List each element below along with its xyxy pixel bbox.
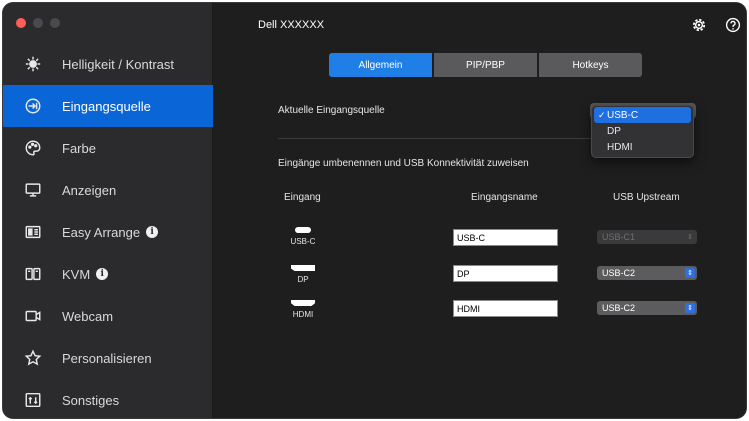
chevron-updown-icon: ⇕: [687, 234, 693, 241]
sidebar-item-others[interactable]: Sonstiges: [3, 379, 213, 418]
window-controls: [16, 18, 60, 28]
option-label: USB-C: [607, 109, 639, 121]
sidebar-item-color[interactable]: Farbe: [3, 127, 213, 169]
sidebar-item-label: Easy Arrange: [62, 224, 141, 240]
column-header-usb-upstream: USB Upstream: [613, 192, 680, 203]
input-name-field-usbc[interactable]: [453, 229, 558, 246]
dp-port-icon: DP: [288, 265, 318, 284]
input-source-icon: [23, 96, 43, 116]
sidebar-item-label: Webcam: [62, 308, 114, 324]
tab-pip-pbp[interactable]: PIP/PBP: [434, 53, 537, 77]
select-value: USB-C2: [602, 268, 636, 278]
close-window-button[interactable]: [16, 18, 26, 28]
usbc-port-icon: USB-C: [288, 227, 318, 246]
sidebar-item-easy-arrange[interactable]: Easy Arrange i: [3, 211, 213, 253]
kvm-icon: [23, 264, 43, 284]
input-name-field-hdmi[interactable]: [453, 300, 558, 317]
dropdown-option-dp[interactable]: DP: [592, 123, 693, 139]
sidebar-item-personalize[interactable]: Personalisieren: [3, 337, 213, 379]
help-icon[interactable]: [725, 17, 741, 33]
display-icon: [23, 180, 43, 200]
input-source-dropdown-menu: ✓ USB-C DP HDMI: [591, 105, 694, 158]
port-caption: USB-C: [290, 237, 316, 246]
sidebar-item-label: Personalisieren: [62, 350, 152, 366]
port-caption: DP: [297, 275, 309, 284]
others-icon: [23, 390, 43, 410]
info-icon[interactable]: i: [96, 268, 109, 280]
chevron-updown-icon: ⇕: [685, 303, 695, 313]
dropdown-option-usbc[interactable]: ✓ USB-C: [594, 107, 691, 123]
sidebar-item-label: Anzeigen: [62, 182, 117, 198]
brightness-icon: [23, 54, 43, 74]
sidebar-item-input-source[interactable]: Eingangsquelle: [3, 85, 213, 127]
chevron-updown-icon: ⇕: [685, 268, 695, 278]
minimize-window-button[interactable]: [33, 18, 43, 28]
usb-upstream-select-dp[interactable]: USB-C2 ⇕: [597, 266, 697, 280]
tab-bar: Allgemein PIP/PBP Hotkeys: [329, 53, 642, 77]
tab-allgemein[interactable]: Allgemein: [329, 53, 432, 77]
select-value: USB-C1: [602, 232, 636, 242]
zoom-window-button[interactable]: [50, 18, 60, 28]
hdmi-port-icon: HDMI: [288, 300, 318, 319]
sidebar-item-label: Helligkeit / Kontrast: [62, 56, 174, 72]
checkmark-icon: ✓: [598, 109, 606, 120]
app-window: Helligkeit / Kontrast Eingangsquelle Far…: [3, 3, 746, 418]
dropdown-option-hdmi[interactable]: HDMI: [592, 139, 693, 155]
webcam-icon: [23, 306, 43, 326]
sidebar-item-label: Sonstiges: [62, 392, 120, 408]
option-label: HDMI: [607, 141, 633, 153]
main-panel: Dell XXXXXX Allgemein PIP/PBP Hotkeys Ak…: [214, 3, 746, 418]
select-value: USB-C2: [602, 303, 636, 313]
current-input-label: Aktuelle Eingangsquelle: [278, 105, 385, 116]
sidebar: Helligkeit / Kontrast Eingangsquelle Far…: [3, 3, 213, 418]
sidebar-item-label: Eingangsquelle: [62, 98, 151, 114]
column-header-input: Eingang: [284, 192, 321, 203]
port-caption: HDMI: [292, 310, 314, 319]
sidebar-item-display[interactable]: Anzeigen: [3, 169, 213, 211]
settings-gear-icon[interactable]: [691, 17, 707, 33]
sidebar-item-kvm[interactable]: KVM i: [3, 253, 213, 295]
sidebar-item-label: KVM: [62, 266, 91, 282]
star-icon: [23, 348, 43, 368]
rename-section-heading: Eingänge umbenennen und USB Konnektivitä…: [278, 158, 529, 169]
window-title: Dell XXXXXX: [258, 19, 325, 31]
tab-hotkeys[interactable]: Hotkeys: [539, 53, 642, 77]
usb-upstream-select-usbc: USB-C1 ⇕: [597, 230, 697, 244]
sidebar-item-brightness-contrast[interactable]: Helligkeit / Kontrast: [3, 43, 213, 85]
sidebar-item-webcam[interactable]: Webcam: [3, 295, 213, 337]
info-icon[interactable]: i: [146, 226, 159, 238]
option-label: DP: [607, 125, 621, 137]
sidebar-item-label: Farbe: [62, 140, 96, 156]
easy-arrange-icon: [23, 222, 43, 242]
usb-upstream-select-hdmi[interactable]: USB-C2 ⇕: [597, 301, 697, 315]
palette-icon: [23, 138, 43, 158]
section-divider: [278, 138, 594, 139]
column-header-input-name: Eingangsname: [471, 192, 538, 203]
input-name-field-dp[interactable]: [453, 265, 558, 282]
